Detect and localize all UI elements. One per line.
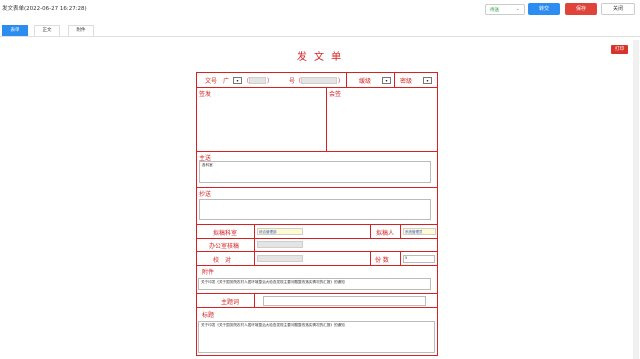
dispatch-form: 文号 广 ▾ （ ） 号 （ ） 缓级 ▾ 密级 ▾ 签发 会签 主送 各科室 … xyxy=(196,72,438,356)
tab-form[interactable]: 表单 xyxy=(2,25,28,36)
main-to-input[interactable]: 各科室 xyxy=(199,161,431,183)
office-check-label-cell: 办公室核稿 xyxy=(197,239,255,251)
row-office-check: 办公室核稿 xyxy=(197,239,437,252)
sign-label: 签发 xyxy=(199,91,212,98)
proofread-label-cell: 校 对 xyxy=(197,252,255,265)
copies-label: 份 数 xyxy=(375,257,389,264)
form-title: 发 文 单 xyxy=(296,52,344,63)
office-check-input[interactable] xyxy=(257,241,303,248)
urgency-label: 缓级 xyxy=(359,78,372,85)
doc-number-label: 文号 xyxy=(205,78,218,85)
doc-serial-input[interactable] xyxy=(301,77,337,84)
document-title: 发文表单(2022-06-27 16:27:28) xyxy=(2,6,87,12)
copies-input[interactable]: 5 xyxy=(403,255,435,263)
drafter-value-cell: 系统管理员 xyxy=(401,225,437,238)
status-select-value: 待送 xyxy=(490,8,499,13)
chevron-down-icon: ⌄ xyxy=(515,6,520,12)
secret-cell: 密级 ▾ xyxy=(395,73,437,87)
chevron-down-icon: ▾ xyxy=(426,78,429,83)
row-proofread: 校 对 份 数 5 xyxy=(197,252,437,266)
heading-input[interactable]: 关于印发《关于国务院农村人居环境整治大检查发现主要问题整改落实情况的汇报》的通知 xyxy=(198,321,435,353)
chevron-down-icon: ▾ xyxy=(385,78,388,83)
chevron-down-icon: ▾ xyxy=(236,78,239,83)
save-button[interactable]: 保存 xyxy=(565,3,597,15)
urgency-cell: 缓级 ▾ xyxy=(347,73,395,87)
drafter-label-cell: 拟稿人 xyxy=(371,225,401,238)
tab-bar: 表单 正文 附件 xyxy=(0,25,640,37)
paren-close: ） xyxy=(338,78,345,85)
row-draft-dept: 拟稿科室 综合管理部 拟稿人 系统管理员 xyxy=(197,225,437,239)
secret-label: 密级 xyxy=(400,78,413,85)
attachment-input[interactable]: 关于印发《关于国务院农村人居环境整治大检查发现主要问题整改落实情况的汇报》的通知 xyxy=(198,278,431,290)
proofread-input[interactable] xyxy=(257,255,303,262)
draft-dept-value-cell: 综合管理部 xyxy=(255,225,371,238)
drafter-input[interactable]: 系统管理员 xyxy=(403,228,436,235)
urgency-select[interactable]: ▾ xyxy=(382,77,391,84)
heading-label: 标题 xyxy=(202,312,215,319)
row-attachment: 附件 关于印发《关于国务院农村人居环境整治大检查发现主要问题整改落实情况的汇报》… xyxy=(197,266,437,294)
row-cc: 抄送 xyxy=(197,188,437,225)
copies-value: 5 xyxy=(405,256,408,260)
paren-close: ） xyxy=(267,78,274,85)
row-doc-number: 文号 广 ▾ （ ） 号 （ ） 缓级 ▾ 密级 ▾ xyxy=(197,73,437,88)
doc-year-input[interactable] xyxy=(249,77,266,84)
send-button[interactable]: 转交 xyxy=(528,3,560,15)
draft-dept-label-cell: 拟稿科室 xyxy=(197,225,255,238)
doc-word-select[interactable]: ▾ xyxy=(233,77,242,84)
row-main-to: 主送 各科室 xyxy=(197,152,437,188)
subject-input[interactable] xyxy=(263,296,426,306)
row-heading: 标题 关于印发《关于国务院农村人居环境整治大检查发现主要问题整改落实情况的汇报》… xyxy=(197,308,437,355)
doc-number-cell: 文号 广 ▾ （ ） 号 （ ） xyxy=(197,73,347,87)
cc-input[interactable] xyxy=(199,199,431,220)
countersign-cell[interactable]: 会签 xyxy=(327,88,437,151)
vertical-scrollbar[interactable] xyxy=(633,40,639,359)
row-sign: 签发 会签 xyxy=(197,88,437,152)
attachment-label: 附件 xyxy=(202,269,215,276)
row-subject: 主题词 xyxy=(197,294,437,308)
proofread-value-cell xyxy=(255,252,371,265)
status-select[interactable]: 待送 ⌄ xyxy=(485,4,525,15)
proofread-label: 校 对 xyxy=(213,257,232,264)
subject-label-cell: 主题词 xyxy=(197,294,255,307)
tab-attachments[interactable]: 附件 xyxy=(68,25,94,36)
main-to-value: 各科室 xyxy=(202,163,213,167)
doc-word-label: 广 xyxy=(223,78,230,85)
close-button[interactable]: 关闭 xyxy=(601,3,635,15)
countersign-label: 会签 xyxy=(329,91,342,98)
secret-select[interactable]: ▾ xyxy=(423,77,432,84)
draft-dept-label: 拟稿科室 xyxy=(213,230,238,237)
subject-label: 主题词 xyxy=(221,299,240,306)
office-check-label: 办公室核稿 xyxy=(209,243,240,250)
drafter-label: 拟稿人 xyxy=(376,230,395,237)
cc-label: 抄送 xyxy=(199,191,212,198)
sign-cell[interactable]: 签发 xyxy=(197,88,327,151)
top-bar: 发文表单(2022-06-27 16:27:28) 待送 ⌄ 转交 保存 关闭 xyxy=(0,0,640,20)
draft-dept-input[interactable]: 综合管理部 xyxy=(257,228,303,235)
copies-label-cell: 份 数 xyxy=(371,252,401,265)
heading-value: 关于印发《关于国务院农村人居环境整治大检查发现主要问题整改落实情况的汇报》的通知 xyxy=(201,323,345,327)
tab-body-text[interactable]: 正文 xyxy=(34,25,60,36)
attachment-value: 关于印发《关于国务院农村人居环境整治大检查发现主要问题整改落实情况的汇报》的通知 xyxy=(201,280,345,284)
